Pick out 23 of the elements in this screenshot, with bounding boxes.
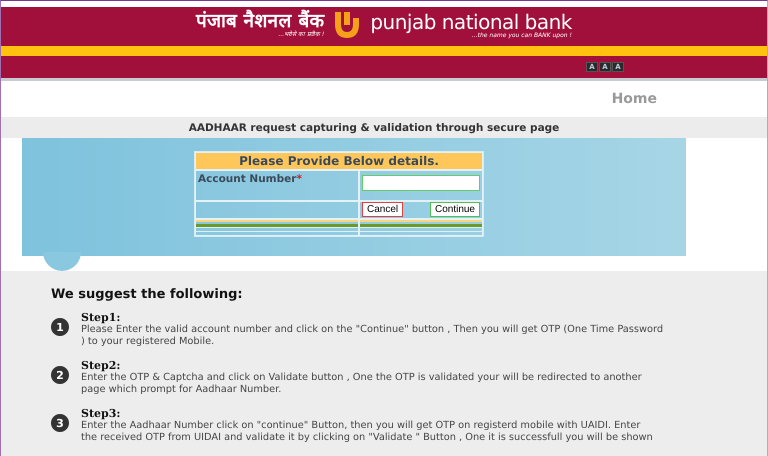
bank-logo-icon bbox=[334, 10, 360, 40]
step-title: Step2: bbox=[81, 360, 122, 372]
suggestions-heading: We suggest the following: bbox=[51, 287, 244, 302]
bank-name-english: punjab national bank bbox=[370, 12, 572, 32]
cancel-button[interactable]: Cancel bbox=[362, 202, 404, 218]
step-title: Step1: bbox=[81, 312, 122, 324]
step-text-line: ) to your registered Mobile. bbox=[81, 336, 216, 348]
step-text-line: Enter the OTP & Captcha and click on Validate button , One the OTP is validated your will be redirected to another bbox=[81, 372, 642, 384]
step-text-line: Please Enter the valid account number and click on the "Continue" button , Then you will get OTP (One Time Password bbox=[81, 324, 664, 336]
continue-button[interactable]: Continue bbox=[430, 202, 480, 218]
bank-name-hindi: पंजाब नैशनल बैंक bbox=[196, 12, 324, 31]
field-label: Account Number bbox=[198, 173, 296, 186]
step-number: 3 bbox=[51, 414, 69, 432]
account-number-field[interactable] bbox=[362, 175, 480, 192]
step-text-line: Enter the Aadhaar Number click on "continue" Button, then you will get OTP on registerd mobile with UAIDI. Enter bbox=[81, 420, 642, 432]
step-title: Step3: bbox=[81, 408, 122, 420]
step-number: 2 bbox=[51, 366, 69, 384]
step-number: 1 bbox=[51, 318, 69, 336]
page-title: AADHAAR request capturing & validation through secure page bbox=[1, 117, 767, 138]
step-text-line: the received OTP from UIDAI and validate it by clicking on "Validate " Button , One it is successfull you will be shown bbox=[81, 432, 653, 444]
step-text-line: page which prompt for Aadhaar Number. bbox=[81, 384, 282, 396]
required-mark: * bbox=[296, 173, 302, 186]
form-heading: Please Provide Below details. bbox=[195, 152, 483, 170]
